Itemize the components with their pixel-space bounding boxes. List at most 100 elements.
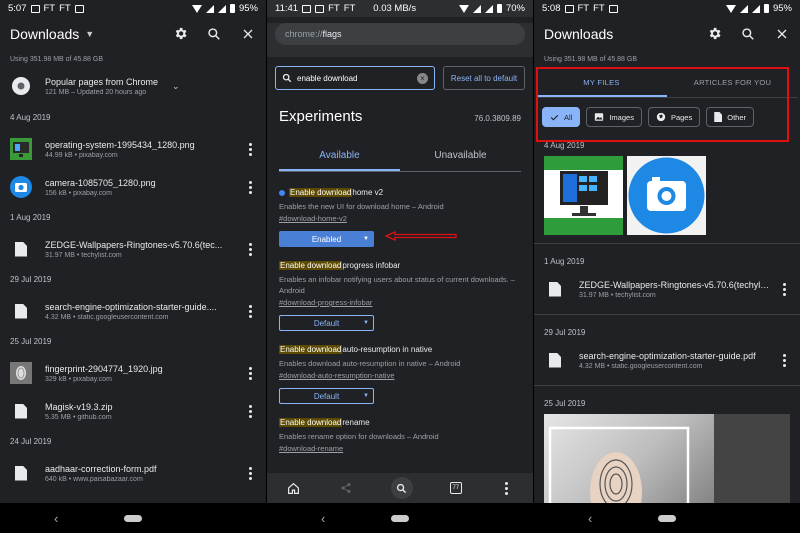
search-icon[interactable] (206, 26, 222, 42)
list-item[interactable]: search-engine-optimization-starter-guide… (0, 292, 266, 330)
gear-icon[interactable] (172, 26, 188, 42)
chevron-down-icon[interactable]: ⌄ (172, 81, 180, 92)
list-item[interactable]: aadhaar-correction-form.pdf 640 kB • www… (0, 454, 266, 492)
page-title: Downloads (10, 25, 80, 42)
file-icon (10, 238, 32, 260)
list-item[interactable]: operating-system-1995434_1280.png 44.99 … (0, 130, 266, 168)
close-icon[interactable] (774, 26, 790, 42)
more-vert-icon[interactable] (244, 242, 256, 256)
flags-tabs: Available Unavailable (279, 142, 521, 172)
back-icon[interactable]: ‹ (54, 511, 58, 526)
flag-link[interactable]: #download-home-v2 (279, 214, 521, 223)
flag-select-value: Enabled (311, 234, 342, 244)
image-thumbnail[interactable] (544, 156, 623, 235)
system-nav-bar: ‹ (0, 503, 266, 533)
share-icon[interactable] (338, 480, 354, 496)
flags-search-input[interactable]: enable download × (275, 66, 435, 90)
status-time: 5:07 (8, 3, 27, 14)
list-item[interactable]: ZEDGE-Wallpapers-Ringtones-v5.70.6(tec..… (0, 230, 266, 268)
tab-switcher-button[interactable]: 77 (449, 482, 462, 494)
back-icon[interactable]: ‹ (588, 511, 592, 526)
search-icon[interactable] (390, 477, 413, 499)
notification-icon (74, 4, 84, 13)
chevron-down-icon[interactable]: ▼ (85, 29, 94, 39)
date-header: 1 Aug 2019 (10, 213, 51, 222)
flag-title-highlight: Enable download (289, 188, 353, 197)
flag-select[interactable]: Enabled ▼ (279, 231, 374, 247)
more-vert-icon[interactable] (499, 480, 515, 496)
signal-icon (472, 4, 481, 13)
date-header: 4 Aug 2019 (10, 113, 51, 122)
home-pill[interactable] (124, 514, 142, 522)
back-icon[interactable]: ‹ (321, 511, 325, 526)
notification-icon (30, 4, 40, 13)
red-arrow-annotation (385, 231, 457, 241)
gear-icon[interactable] (706, 26, 722, 42)
divider (534, 385, 800, 386)
signal-icon (739, 4, 748, 13)
flag-select[interactable]: Default ▼ (279, 315, 374, 331)
battery-icon (229, 4, 235, 13)
camera-thumbnail[interactable] (627, 156, 706, 235)
flag-link[interactable]: #download-auto-resumption-native (279, 371, 521, 380)
more-vert-icon[interactable] (244, 180, 256, 194)
status-bar: 5:07 FT FT 95% (0, 0, 266, 17)
home-pill[interactable] (391, 514, 409, 522)
status-bar: 5:08 FT FT 95% (534, 0, 800, 17)
list-item[interactable]: camera-1085705_1280.png 156 kB • pixabay… (0, 168, 266, 206)
wifi-icon (458, 4, 469, 13)
notification-icon (608, 4, 618, 13)
file-meta: 44.99 kB • pixabay.com (45, 151, 118, 159)
status-time: 11:41 (275, 3, 299, 14)
popular-pages-title: Popular pages from Chrome (45, 76, 159, 87)
flag-link[interactable]: #download-rename (279, 444, 521, 453)
notification-icon (564, 4, 574, 13)
flag-title-rest: home v2 (352, 188, 384, 197)
file-icon (10, 462, 32, 484)
more-vert-icon[interactable] (244, 366, 256, 380)
more-vert-icon[interactable] (778, 282, 790, 296)
tab-available[interactable]: Available (279, 142, 400, 171)
downloads-screen-new: 5:08 FT FT 95% Downloads Using 351.98 MB… (534, 0, 800, 533)
clear-icon[interactable]: × (417, 72, 428, 84)
system-nav-bar: ‹ (267, 503, 533, 533)
flag-link[interactable]: #download-progress-infobar (279, 298, 521, 307)
file-meta: 4.32 MB • static.googleusercontent.com (45, 313, 169, 321)
list-item[interactable]: ZEDGE-Wallpapers-Ringtones-v5.70.6(techy… (534, 272, 800, 306)
flag-select[interactable]: Default ▼ (279, 388, 374, 404)
file-name: search-engine-optimization-starter-guide… (45, 301, 217, 312)
date-header: 29 Jul 2019 (544, 328, 586, 337)
more-vert-icon[interactable] (244, 304, 256, 318)
file-name: aadhaar-correction-form.pdf (45, 463, 157, 474)
more-vert-icon[interactable] (244, 142, 256, 156)
date-header: 1 Aug 2019 (544, 257, 585, 266)
home-icon[interactable] (285, 480, 301, 496)
flag-select-value: Default (313, 318, 340, 328)
more-vert-icon[interactable] (244, 404, 256, 418)
file-name: camera-1085705_1280.png (45, 177, 156, 188)
search-icon[interactable] (740, 26, 756, 42)
notification-icon (315, 4, 325, 13)
file-name: ZEDGE-Wallpapers-Ringtones-v5.70.6(techy… (579, 279, 770, 290)
home-pill[interactable] (658, 514, 676, 522)
date-header: 25 Jul 2019 (10, 337, 52, 346)
url-bar[interactable]: chrome://flags (275, 23, 525, 45)
image-thumbnail (10, 138, 32, 160)
carrier-a: FT (577, 3, 590, 14)
list-item[interactable]: search-engine-optimization-starter-guide… (534, 343, 800, 377)
file-meta: 156 kB • pixabay.com (45, 189, 112, 197)
flags-search-row: enable download × Reset all to default (267, 60, 533, 96)
more-vert-icon[interactable] (778, 353, 790, 367)
status-bar: 11:41 FT FT 0.03 MB/s 70% (267, 0, 533, 17)
list-item[interactable]: Magisk-v19.3.zip 5.35 MB • github.com (0, 392, 266, 430)
reset-all-button[interactable]: Reset all to default (443, 66, 525, 90)
flag-title-highlight: Enable download (279, 345, 343, 354)
flag-title-rest: rename (342, 418, 370, 427)
url-host: flags (322, 29, 342, 39)
list-item[interactable]: fingerprint-2904774_1920.jpg 329 kB • pi… (0, 354, 266, 392)
popular-pages-row[interactable]: Popular pages from Chrome 121 MB – Updat… (0, 68, 266, 104)
tab-unavailable[interactable]: Unavailable (400, 142, 521, 171)
more-vert-icon[interactable] (244, 466, 256, 480)
close-icon[interactable] (240, 26, 256, 42)
file-meta: 640 kB • www.paisabazaar.com (45, 475, 143, 483)
